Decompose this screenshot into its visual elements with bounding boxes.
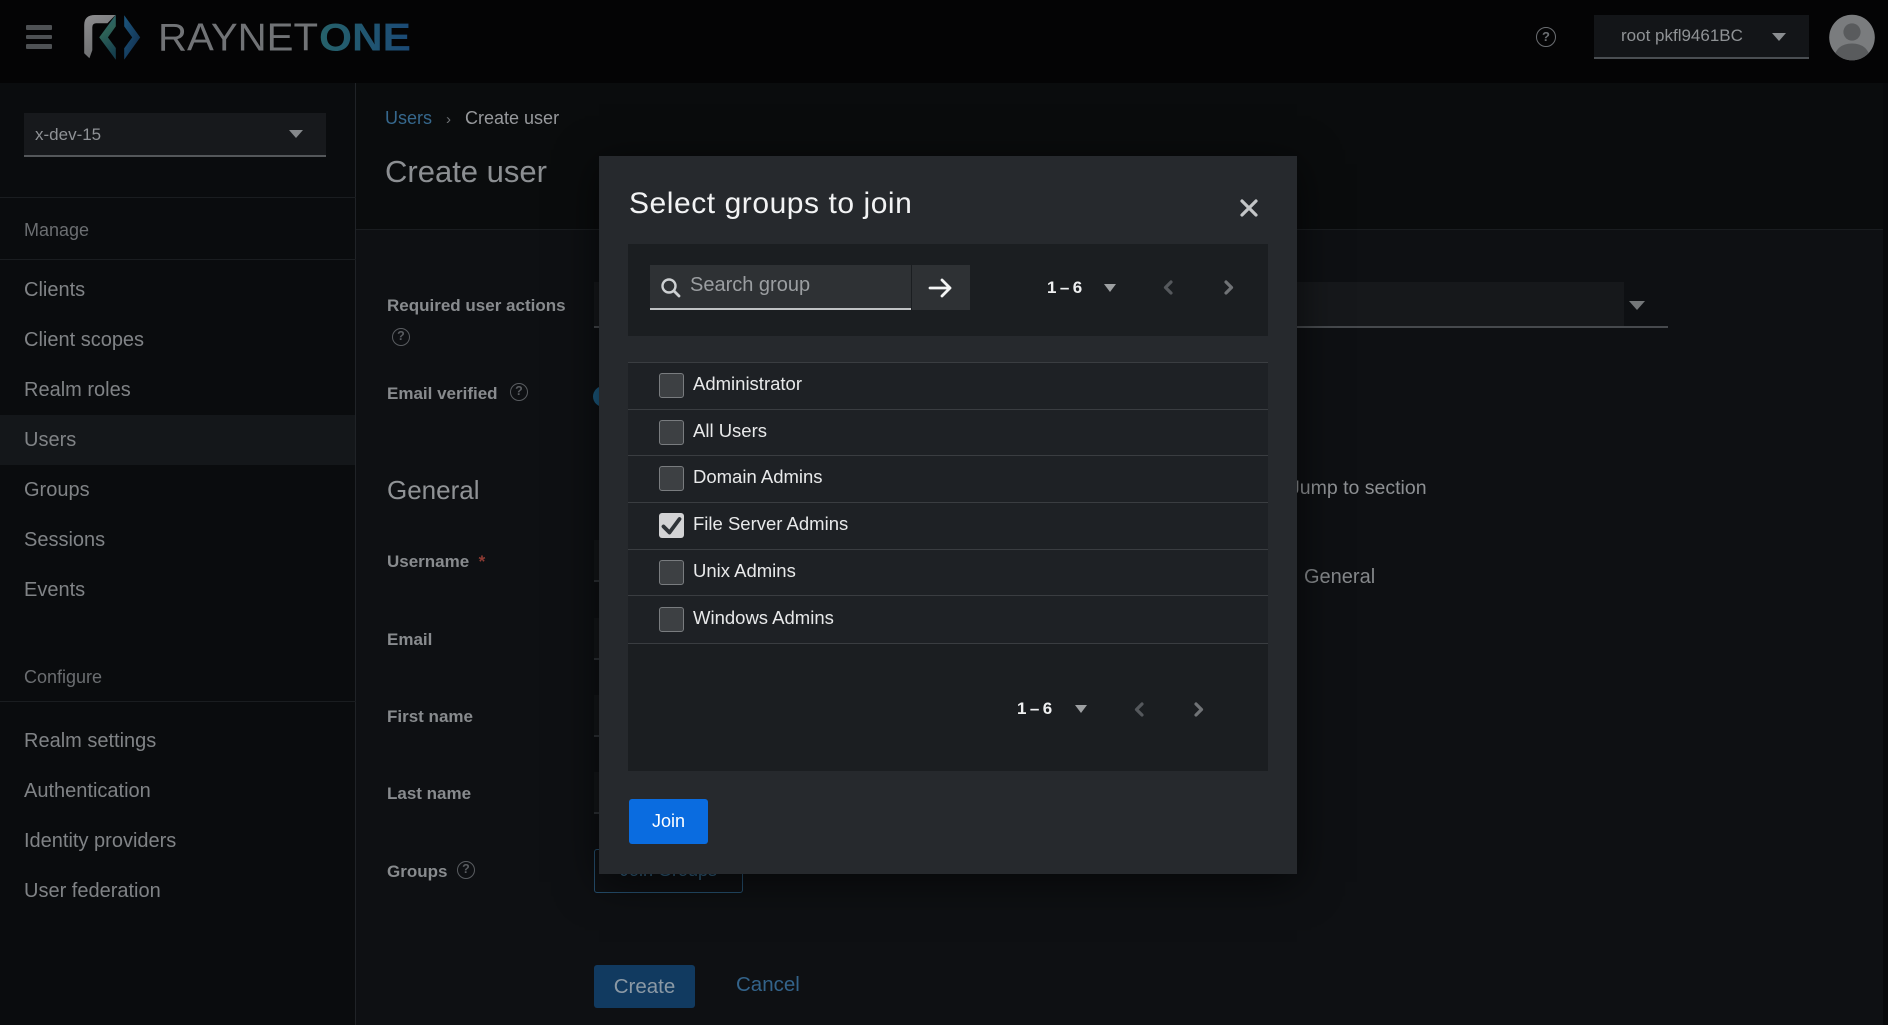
svg-text:ONE: ONE bbox=[319, 17, 411, 60]
svg-text:RAYNET: RAYNET bbox=[158, 17, 318, 60]
